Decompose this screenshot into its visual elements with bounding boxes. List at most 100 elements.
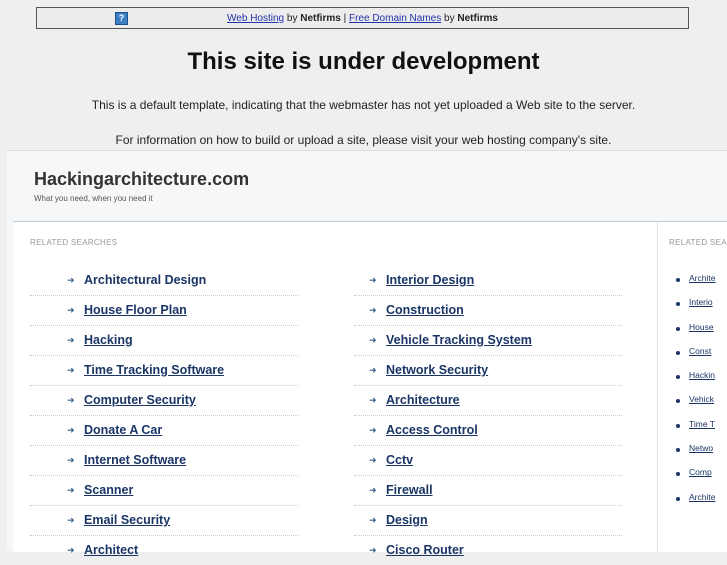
parked-domain-frame: Hackingarchitecture.com What you need, w…	[7, 150, 727, 557]
hosting-info-message: For information on how to build or uploa…	[115, 133, 612, 147]
site-tagline: What you need, when you need it	[34, 194, 153, 203]
arrow-icon: ➜	[369, 545, 377, 555]
related-search-item[interactable]: ➜ Access Control	[354, 416, 622, 446]
related-search-link[interactable]: Vehicle Tracking System	[386, 333, 532, 347]
arrow-icon: ➜	[67, 395, 75, 405]
arrow-icon: ➜	[67, 425, 75, 435]
related-search-item[interactable]: ➜ Scanner	[30, 476, 298, 506]
bullet-icon	[676, 399, 680, 404]
hosting-bar: ? Web Hosting by Netfirms | Free Domain …	[36, 7, 689, 29]
arrow-icon: ➜	[369, 335, 377, 345]
related-searches-label: RELATED SEARCHES	[30, 238, 118, 247]
arrow-icon: ➜	[369, 485, 377, 495]
related-search-link[interactable]: Firewall	[386, 483, 433, 497]
free-domain-names-link[interactable]: Free Domain Names	[349, 13, 441, 24]
sidebar-link[interactable]: Const	[689, 346, 711, 356]
hosting-links: Web Hosting by Netfirms | Free Domain Na…	[37, 13, 688, 24]
sidebar-link[interactable]: Vehick	[689, 394, 714, 404]
related-search-link[interactable]: Email Security	[84, 513, 170, 527]
related-search-link[interactable]: Access Control	[386, 423, 478, 437]
arrow-icon: ➜	[67, 335, 75, 345]
default-template-message: This is a default template, indicating t…	[91, 98, 636, 112]
parked-header: Hackingarchitecture.com What you need, w…	[13, 151, 727, 222]
bullet-icon	[676, 326, 680, 331]
related-search-link[interactable]: House Floor Plan	[84, 303, 187, 317]
related-search-link[interactable]: Cctv	[386, 453, 413, 467]
arrow-icon: ➜	[67, 515, 75, 525]
arrow-icon: ➜	[369, 425, 377, 435]
sidebar-link[interactable]: House	[689, 322, 714, 332]
related-search-item[interactable]: ➜ Cisco Router	[354, 536, 622, 565]
related-search-link[interactable]: Architectural Design	[84, 273, 206, 287]
related-search-link[interactable]: Design	[386, 513, 428, 527]
bullet-icon	[676, 350, 680, 355]
arrow-icon: ➜	[369, 515, 377, 525]
bullet-icon	[676, 472, 680, 477]
related-search-link[interactable]: Construction	[386, 303, 464, 317]
related-searches-sidebar: RELATED SEA Archite Interio House Const …	[658, 222, 727, 552]
related-search-item[interactable]: ➜ Architectural Design	[30, 266, 298, 296]
bullet-icon	[676, 278, 680, 282]
related-search-item[interactable]: ➜ Firewall	[354, 476, 622, 506]
sidebar-link[interactable]: Interio	[689, 297, 713, 307]
arrow-icon: ➜	[67, 305, 75, 315]
related-search-item[interactable]: ➜ Cctv	[354, 446, 622, 476]
sidebar-link[interactable]: Comp	[689, 467, 712, 477]
sidebar-link[interactable]: Hackin	[689, 370, 715, 380]
related-search-link[interactable]: Architect	[84, 543, 138, 557]
related-search-link[interactable]: Internet Software	[84, 453, 186, 467]
page-title: This site is under development	[187, 48, 540, 75]
related-search-item[interactable]: ➜ Time Tracking Software	[30, 356, 298, 386]
sidebar-link[interactable]: Time T	[689, 419, 715, 429]
related-search-link[interactable]: Network Security	[386, 363, 488, 377]
site-name[interactable]: Hackingarchitecture.com	[34, 169, 249, 190]
related-search-item[interactable]: ➜ Computer Security	[30, 386, 298, 416]
arrow-icon: ➜	[369, 395, 377, 405]
bullet-icon	[676, 375, 680, 380]
related-search-item[interactable]: ➜ Vehicle Tracking System	[354, 326, 622, 356]
arrow-icon: ➜	[369, 275, 377, 285]
related-search-link[interactable]: Cisco Router	[386, 543, 464, 557]
arrow-icon: ➜	[67, 365, 75, 375]
netfirms-brand-2: Netfirms	[457, 13, 498, 24]
related-search-link[interactable]: Architecture	[386, 393, 460, 407]
related-searches-right-column: ➜ Interior Design ➜ Construction ➜ Vehicle …	[354, 266, 622, 565]
related-search-item[interactable]: ➜ Email Security	[30, 506, 298, 536]
sidebar-link[interactable]: Netwo	[689, 443, 713, 453]
bullet-icon	[676, 302, 680, 307]
related-search-link[interactable]: Computer Security	[84, 393, 196, 407]
arrow-icon: ➜	[369, 305, 377, 315]
related-search-link[interactable]: Time Tracking Software	[84, 363, 224, 377]
separator: |	[343, 13, 347, 24]
arrow-icon: ➜	[369, 365, 377, 375]
by-text-1: by	[286, 13, 298, 24]
arrow-icon: ➜	[369, 455, 377, 465]
arrow-icon: ➜	[67, 485, 75, 495]
web-hosting-link[interactable]: Web Hosting	[227, 13, 284, 24]
bullet-icon	[676, 496, 680, 501]
sidebar-link[interactable]: Archite	[689, 492, 715, 502]
related-search-item[interactable]: ➜ Hacking	[30, 326, 298, 356]
sidebar-link[interactable]: Archite	[689, 273, 715, 283]
related-search-item[interactable]: ➜ House Floor Plan	[30, 296, 298, 326]
related-searches-main: RELATED SEARCHES ➜ Architectural Design ➜…	[13, 222, 658, 557]
related-search-link[interactable]: Hacking	[84, 333, 133, 347]
by-text-2: by	[444, 13, 455, 24]
related-search-item[interactable]: ➜ Construction	[354, 296, 622, 326]
related-search-item[interactable]: ➜ Donate A Car	[30, 416, 298, 446]
related-searches-left-column: ➜ Architectural Design ➜ House Floor Plan …	[30, 266, 298, 565]
related-search-item[interactable]: ➜ Design	[354, 506, 622, 536]
related-search-link[interactable]: Donate A Car	[84, 423, 162, 437]
bullet-icon	[676, 448, 680, 453]
sidebar-related-label: RELATED SEA	[669, 238, 727, 247]
arrow-icon: ➜	[67, 275, 75, 285]
arrow-icon: ➜	[67, 545, 75, 555]
related-search-item[interactable]: ➜ Internet Software	[30, 446, 298, 476]
related-search-item[interactable]: ➜ Network Security	[354, 356, 622, 386]
related-search-item[interactable]: ➜ Architect	[30, 536, 298, 565]
related-search-item[interactable]: ➜ Architecture	[354, 386, 622, 416]
related-search-link[interactable]: Interior Design	[386, 273, 474, 287]
related-search-item[interactable]: ➜ Interior Design	[354, 266, 622, 296]
related-search-link[interactable]: Scanner	[84, 483, 133, 497]
netfirms-brand-1: Netfirms	[300, 13, 341, 24]
